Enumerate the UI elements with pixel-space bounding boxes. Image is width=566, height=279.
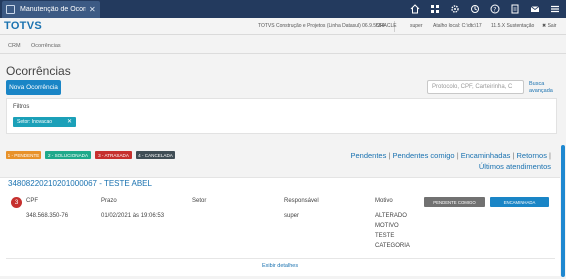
quick-filter-links: Pendentes | Pendentes comigo | Encaminha… xyxy=(340,150,551,172)
sector-filter-chip[interactable]: Setor: Inovacao ✕ xyxy=(13,117,76,127)
user-label[interactable]: super xyxy=(410,23,423,29)
advanced-search-line1: Busca xyxy=(529,81,545,87)
link-separator: | xyxy=(456,151,459,160)
sector-filter-label: Setor: Inovacao xyxy=(17,119,53,125)
exit-button[interactable]: ✖ Sair xyxy=(542,23,556,29)
document-icon[interactable] xyxy=(509,3,520,14)
motivo-line: ALTERADO xyxy=(375,213,407,219)
top-tab-bar: Manutenção de Ocorri ✕ ? xyxy=(0,0,566,18)
link-ultimos-atendimentos[interactable]: Últimos atendimentos xyxy=(479,162,551,171)
legend-cancelada[interactable]: 4 - CANCELADA xyxy=(136,151,175,159)
gear-icon[interactable] xyxy=(449,3,460,14)
header-setor: Setor xyxy=(192,198,207,204)
link-encaminhadas[interactable]: Encaminhadas xyxy=(461,151,511,160)
svg-text:?: ? xyxy=(493,6,496,13)
header-motivo: Motivo xyxy=(375,198,393,204)
occurrence-card xyxy=(0,177,560,276)
occurrence-id-link[interactable]: 34808220210201000067 - TESTE ABEL xyxy=(8,179,152,188)
show-details-link[interactable]: Exibir detalhes xyxy=(262,263,298,269)
legend-solucionada[interactable]: 2 - SOLUCIONADA xyxy=(45,151,91,159)
link-separator: | xyxy=(388,151,391,160)
grid-icon[interactable] xyxy=(429,3,440,14)
link-pendentes[interactable]: Pendentes xyxy=(350,151,386,160)
forward-button[interactable]: ENCAMINHADA xyxy=(490,197,549,207)
browser-tab-title: Manutenção de Ocorri xyxy=(20,6,86,13)
mail-icon[interactable] xyxy=(529,3,540,14)
header-prazo: Prazo xyxy=(101,198,117,204)
filters-panel: Filtros Setor: Inovacao ✕ xyxy=(6,98,557,134)
totvs-logo: TOTVS xyxy=(4,20,42,32)
browser-tab[interactable]: Manutenção de Ocorri ✕ xyxy=(2,1,100,18)
motivo-line: TESTE xyxy=(375,233,395,239)
vertical-scrollbar[interactable] xyxy=(561,145,565,277)
filters-label: Filtros xyxy=(13,104,30,110)
status-badge: 3 xyxy=(11,197,22,208)
link-separator: | xyxy=(512,151,515,160)
link-separator: | xyxy=(549,151,551,160)
legend-atrasada[interactable]: 3 - ATRASADA xyxy=(95,151,132,159)
company-info[interactable]: TOTVS Construção e Projetos (Linha Datas… xyxy=(258,23,384,29)
motivo-line: MOTIVO xyxy=(375,223,399,229)
card-divider xyxy=(6,258,555,259)
menu-icon[interactable] xyxy=(549,3,560,14)
breadcrumb-crm[interactable]: CRM xyxy=(8,43,21,49)
motivo-line: CATEGORIA xyxy=(375,243,410,249)
version-label: 11.5.X Sustentação xyxy=(491,23,535,29)
header-cpf: CPF xyxy=(26,198,38,204)
advanced-search-line2: avançada xyxy=(529,88,553,94)
help-icon[interactable]: ? xyxy=(489,3,500,14)
advanced-search-link[interactable]: Busca avançada xyxy=(529,81,553,95)
page-title: Ocorrências xyxy=(6,64,71,78)
settings-icon[interactable] xyxy=(469,3,480,14)
responsavel-value: super xyxy=(284,213,300,219)
link-pendentes-comigo[interactable]: Pendentes comigo xyxy=(392,151,454,160)
database-label: ORACLE xyxy=(376,23,397,29)
app-header: TOTVS TOTVS Construção e Projetos (Linha… xyxy=(0,18,566,35)
top-icon-group: ? xyxy=(409,3,560,14)
search-input[interactable]: Protocolo, CPF, Carteirinha, C xyxy=(427,80,524,94)
new-occurrence-button[interactable]: Nova Ocorrência xyxy=(6,80,61,95)
legend-pendente[interactable]: 1 - PENDENTE xyxy=(6,151,41,159)
remove-filter-icon[interactable]: ✕ xyxy=(67,118,72,125)
prazo-value: 01/02/2021 às 19:06:53 xyxy=(101,213,165,219)
header-responsavel: Responsável xyxy=(284,198,319,204)
cpf-value: 348.568.350-76 xyxy=(26,213,69,219)
breadcrumb-ocorrencias[interactable]: Ocorrências xyxy=(31,43,61,49)
home-icon[interactable] xyxy=(409,3,420,14)
link-retornos[interactable]: Retornos xyxy=(517,151,547,160)
breadcrumb: CRM Ocorrências xyxy=(0,42,566,54)
close-tab-icon[interactable]: ✕ xyxy=(89,5,96,14)
page-icon xyxy=(6,5,15,14)
pending-with-me-button[interactable]: PENDENTE COMIGO xyxy=(424,197,485,207)
shortcut-label: Atalho local: C:\dtc\17 xyxy=(433,23,482,29)
